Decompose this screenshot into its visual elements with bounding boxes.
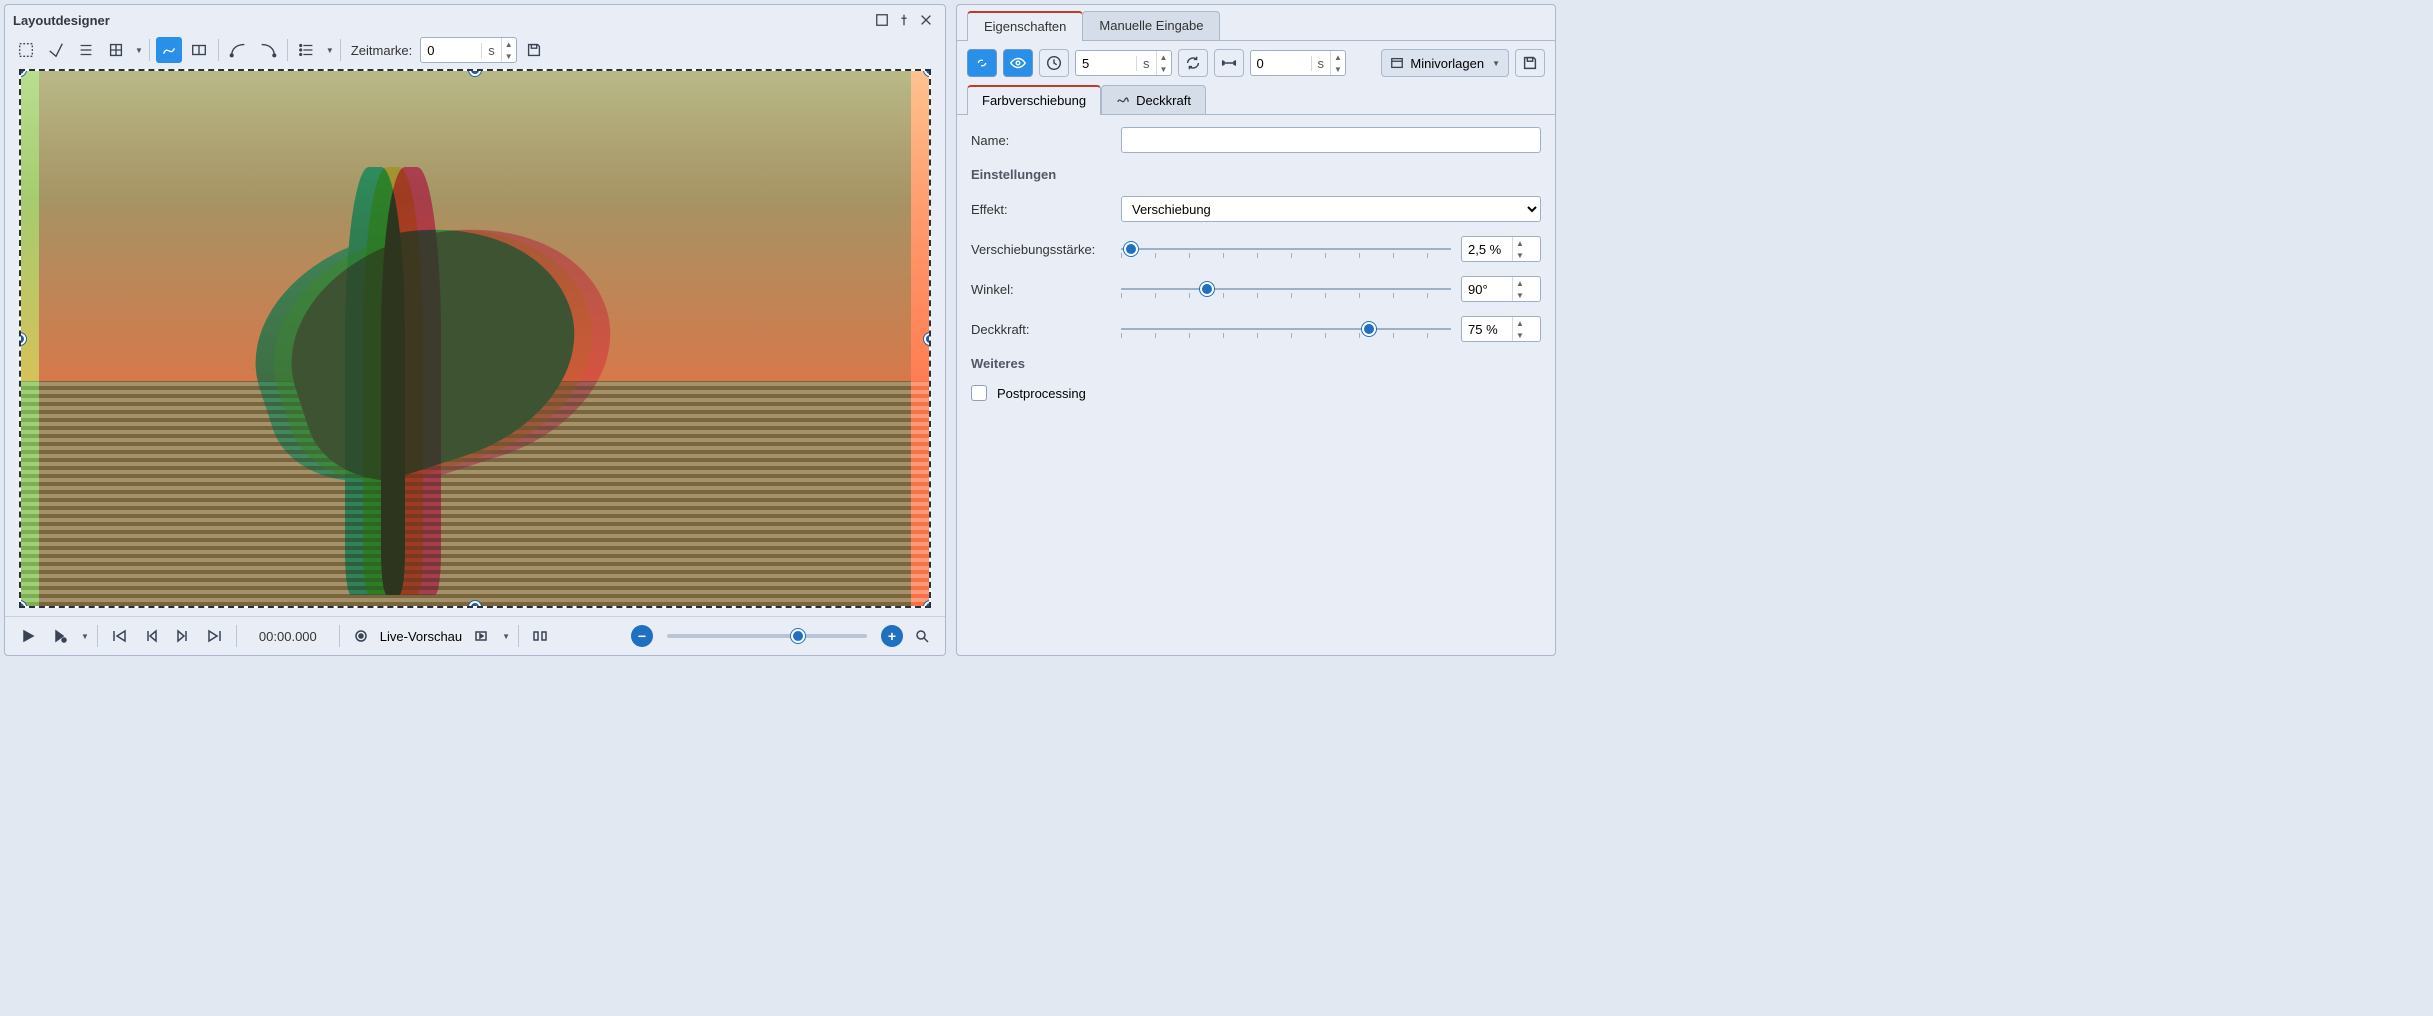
layout-designer-panel: Layoutdesigner ▼ ▼ Zeitmarke: s ▲▼: [4, 4, 946, 656]
properties-body: Name: Einstellungen Effekt: Verschiebung…: [957, 115, 1555, 413]
resize-handle-mr[interactable]: [924, 333, 931, 345]
zoom-in-button[interactable]: +: [881, 625, 903, 647]
deckkraft-thumb[interactable]: [1362, 322, 1376, 336]
verschiebung-slider[interactable]: [1121, 239, 1451, 259]
minivorlagen-label: Minivorlagen: [1410, 56, 1484, 71]
crop-tool[interactable]: [43, 37, 69, 63]
width-icon: [1214, 49, 1244, 77]
clock-icon[interactable]: [1039, 49, 1069, 77]
zoom-out-button[interactable]: −: [631, 625, 653, 647]
prev-frame-button[interactable]: [138, 623, 164, 649]
path-tool[interactable]: [156, 37, 182, 63]
link-toggle[interactable]: [967, 49, 997, 77]
tab-manuelle-eingabe[interactable]: Manuelle Eingabe: [1082, 11, 1220, 40]
frame-tool[interactable]: [186, 37, 212, 63]
live-preview-icon: [348, 623, 374, 649]
play-from-button[interactable]: [47, 623, 73, 649]
timemark-unit: s: [481, 43, 501, 58]
postprocessing-checkbox[interactable]: [971, 385, 987, 401]
list-tool[interactable]: [294, 37, 320, 63]
subtab-farbverschiebung[interactable]: Farbverschiebung: [967, 85, 1101, 114]
offset-input[interactable]: s ▲▼: [1250, 50, 1347, 76]
winkel-value[interactable]: ▲▼: [1461, 276, 1541, 302]
save-props-button[interactable]: [1515, 49, 1545, 77]
visibility-toggle[interactable]: [1003, 49, 1033, 77]
timemark-label: Zeitmarke:: [347, 43, 416, 58]
deckkraft-value[interactable]: ▲▼: [1461, 316, 1541, 342]
subtab-deckkraft[interactable]: Deckkraft: [1101, 85, 1206, 114]
effekt-label: Effekt:: [971, 202, 1111, 217]
timemark-down[interactable]: ▼: [502, 50, 516, 62]
winkel-label: Winkel:: [971, 282, 1111, 297]
wave-icon: [1116, 93, 1130, 107]
align-tool[interactable]: [73, 37, 99, 63]
play-dropdown[interactable]: ▼: [81, 632, 89, 641]
list-dropdown[interactable]: ▼: [326, 46, 334, 55]
name-label: Name:: [971, 133, 1111, 148]
top-tabs: Eigenschaften Manuelle Eingabe: [957, 5, 1555, 41]
offset-unit: s: [1311, 56, 1331, 71]
sub-tabs: Farbverschiebung Deckkraft: [957, 85, 1555, 115]
minivorlagen-button[interactable]: Minivorlagen ▼: [1381, 49, 1509, 77]
properties-toolbar: s ▲▼ s ▲▼ Minivorlagen ▼: [957, 41, 1555, 85]
deckkraft-label: Deckkraft:: [971, 322, 1111, 337]
effekt-select[interactable]: Verschiebung: [1121, 196, 1541, 222]
properties-panel: Eigenschaften Manuelle Eingabe s ▲▼ s ▲▼…: [956, 4, 1556, 656]
preview-mode-button[interactable]: [468, 623, 494, 649]
canvas-image: [21, 71, 929, 606]
resize-handle-bm[interactable]: [469, 601, 481, 608]
zoom-thumb[interactable]: [791, 629, 805, 643]
curve-out-tool[interactable]: [255, 37, 281, 63]
maximize-button[interactable]: [871, 9, 893, 31]
verschiebung-value[interactable]: ▲▼: [1461, 236, 1541, 262]
timemark-up[interactable]: ▲: [502, 38, 516, 50]
main-toolbar: ▼ ▼ Zeitmarke: s ▲▼: [5, 35, 945, 69]
save-timemark-button[interactable]: [521, 37, 547, 63]
resize-handle-br[interactable]: [924, 601, 931, 608]
timemark-input[interactable]: s ▲▼: [420, 37, 517, 63]
window-title: Layoutdesigner: [13, 13, 110, 28]
skip-end-button[interactable]: [202, 623, 228, 649]
canvas[interactable]: [19, 69, 931, 608]
duration-input[interactable]: s ▲▼: [1075, 50, 1172, 76]
pin-button[interactable]: [893, 9, 915, 31]
window-header: Layoutdesigner: [5, 5, 945, 35]
playback-bar: ▼ 00:00.000 Live-Vorschau ▼ − +: [5, 616, 945, 655]
verschiebung-label: Verschiebungsstärke:: [971, 242, 1111, 257]
duration-field[interactable]: [1076, 56, 1136, 71]
select-tool[interactable]: [13, 37, 39, 63]
time-display: 00:00.000: [245, 629, 331, 644]
timemark-field[interactable]: [421, 43, 481, 58]
offset-field[interactable]: [1251, 56, 1311, 71]
skip-start-button[interactable]: [106, 623, 132, 649]
sync-icon[interactable]: [1178, 49, 1208, 77]
next-frame-button[interactable]: [170, 623, 196, 649]
preview-dropdown[interactable]: ▼: [502, 632, 510, 641]
grid-tool[interactable]: [103, 37, 129, 63]
deckkraft-slider[interactable]: [1121, 319, 1451, 339]
zoom-slider[interactable]: [667, 634, 867, 638]
duration-unit: s: [1136, 56, 1156, 71]
name-input[interactable]: [1121, 127, 1541, 153]
section-einstellungen: Einstellungen: [971, 167, 1541, 182]
postprocessing-label: Postprocessing: [997, 386, 1086, 401]
grid-dropdown[interactable]: ▼: [135, 46, 143, 55]
play-button[interactable]: [15, 623, 41, 649]
section-weiteres: Weiteres: [971, 356, 1541, 371]
live-preview-label: Live-Vorschau: [380, 629, 462, 644]
close-button[interactable]: [915, 9, 937, 31]
winkel-slider[interactable]: [1121, 279, 1451, 299]
tab-eigenschaften[interactable]: Eigenschaften: [967, 11, 1083, 40]
curve-in-tool[interactable]: [225, 37, 251, 63]
compare-button[interactable]: [527, 623, 553, 649]
zoom-fit-button[interactable]: [909, 623, 935, 649]
